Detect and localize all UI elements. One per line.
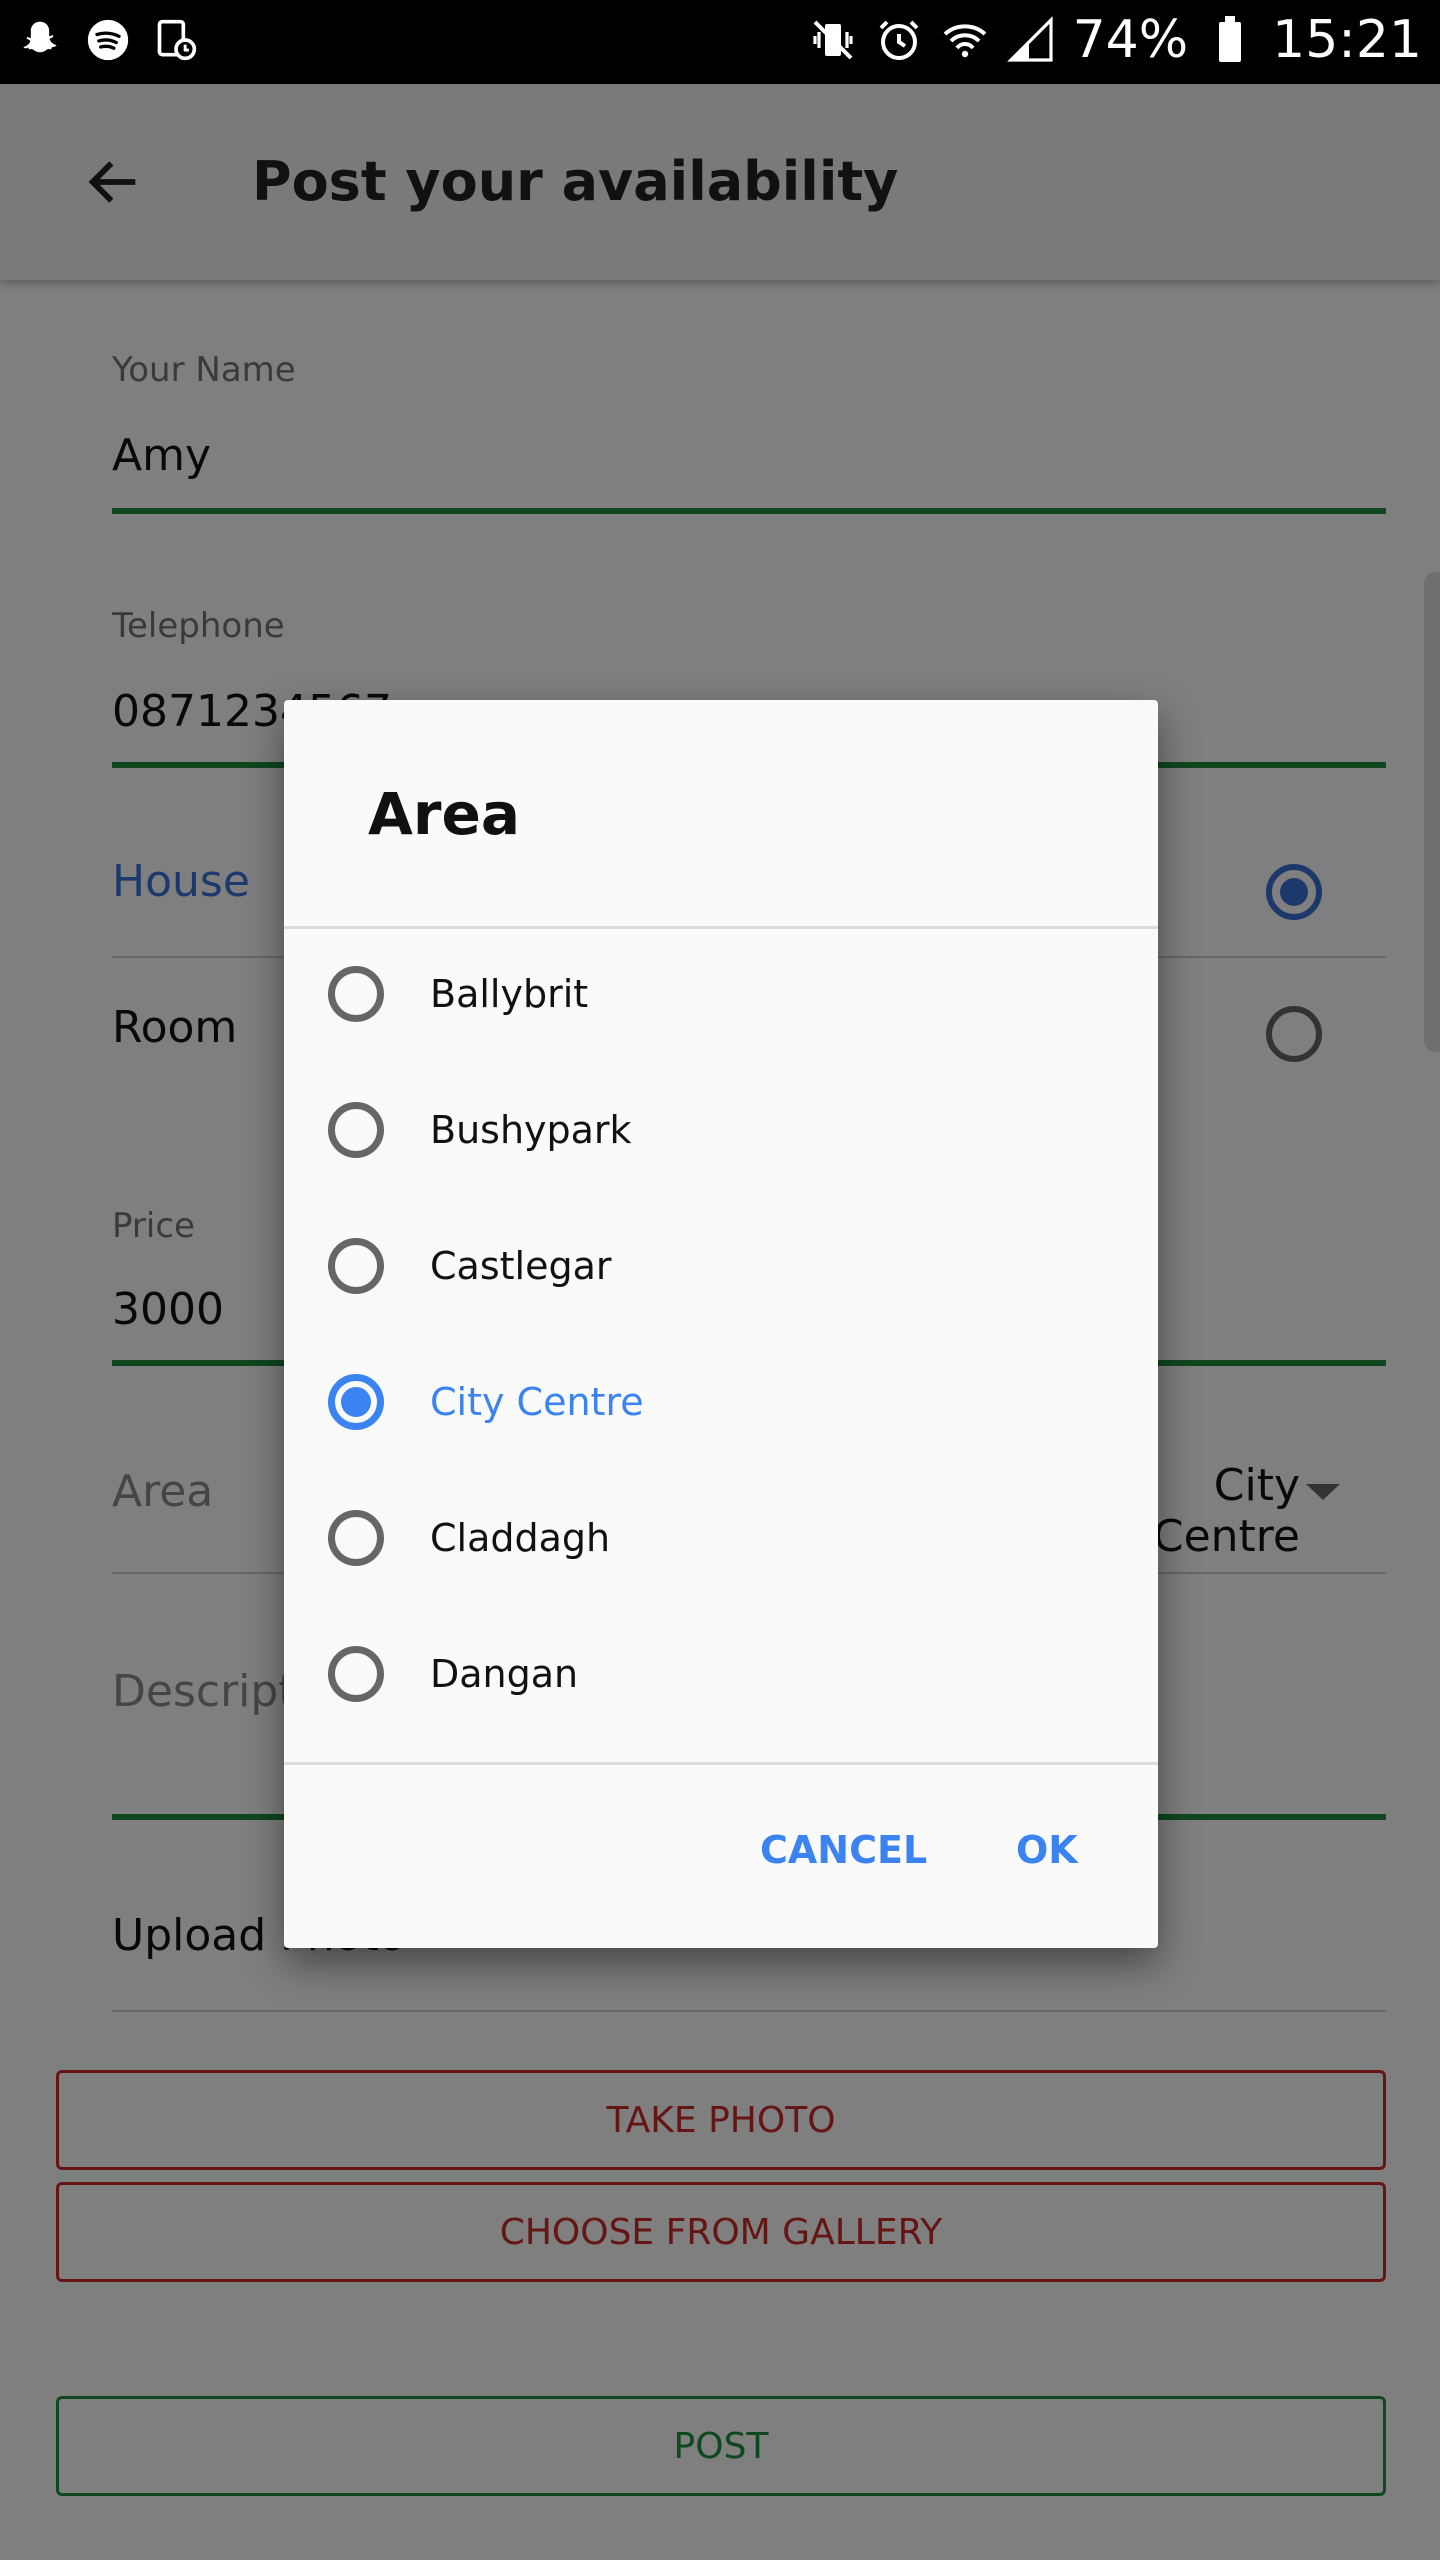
- battery-icon: [1206, 16, 1254, 64]
- area-option-castlegar[interactable]: Castlegar: [284, 1196, 1158, 1326]
- radio-icon[interactable]: [328, 966, 384, 1022]
- vibrate-mute-icon: [809, 16, 857, 64]
- area-option-ballybrit[interactable]: Ballybrit: [284, 924, 1158, 1054]
- option-label: Bushypark: [430, 1108, 632, 1152]
- area-dialog: Area Ballybrit Bushypark Castlegar City …: [284, 700, 1158, 1948]
- ok-button[interactable]: OK: [1016, 1828, 1078, 1872]
- snapchat-icon: [16, 16, 64, 64]
- alarm-icon: [875, 16, 923, 64]
- screen-record-icon: [152, 16, 200, 64]
- dialog-divider-bottom: [284, 1762, 1158, 1765]
- cancel-button[interactable]: CANCEL: [760, 1828, 927, 1872]
- area-option-bushypark[interactable]: Bushypark: [284, 1060, 1158, 1190]
- radio-icon[interactable]: [328, 1646, 384, 1702]
- area-option-dangan[interactable]: Dangan: [284, 1604, 1158, 1734]
- area-option-city-centre[interactable]: City Centre: [284, 1332, 1158, 1462]
- radio-icon[interactable]: [328, 1510, 384, 1566]
- option-label: City Centre: [430, 1380, 644, 1424]
- option-label: Claddagh: [430, 1516, 611, 1560]
- battery-percentage: 74%: [1072, 10, 1189, 70]
- wifi-icon: [941, 16, 989, 64]
- area-option-claddagh[interactable]: Claddagh: [284, 1468, 1158, 1598]
- clock: 15:21: [1272, 10, 1422, 70]
- radio-selected-icon[interactable]: [328, 1374, 384, 1430]
- spotify-icon: [84, 16, 132, 64]
- radio-icon[interactable]: [328, 1238, 384, 1294]
- signal-icon: [1006, 16, 1055, 64]
- option-label: Dangan: [430, 1652, 579, 1696]
- status-bar: 74% 15:21: [0, 0, 1440, 84]
- radio-icon[interactable]: [328, 1102, 384, 1158]
- option-label: Ballybrit: [430, 972, 589, 1016]
- option-label: Castlegar: [430, 1244, 612, 1288]
- dialog-title: Area: [368, 780, 520, 848]
